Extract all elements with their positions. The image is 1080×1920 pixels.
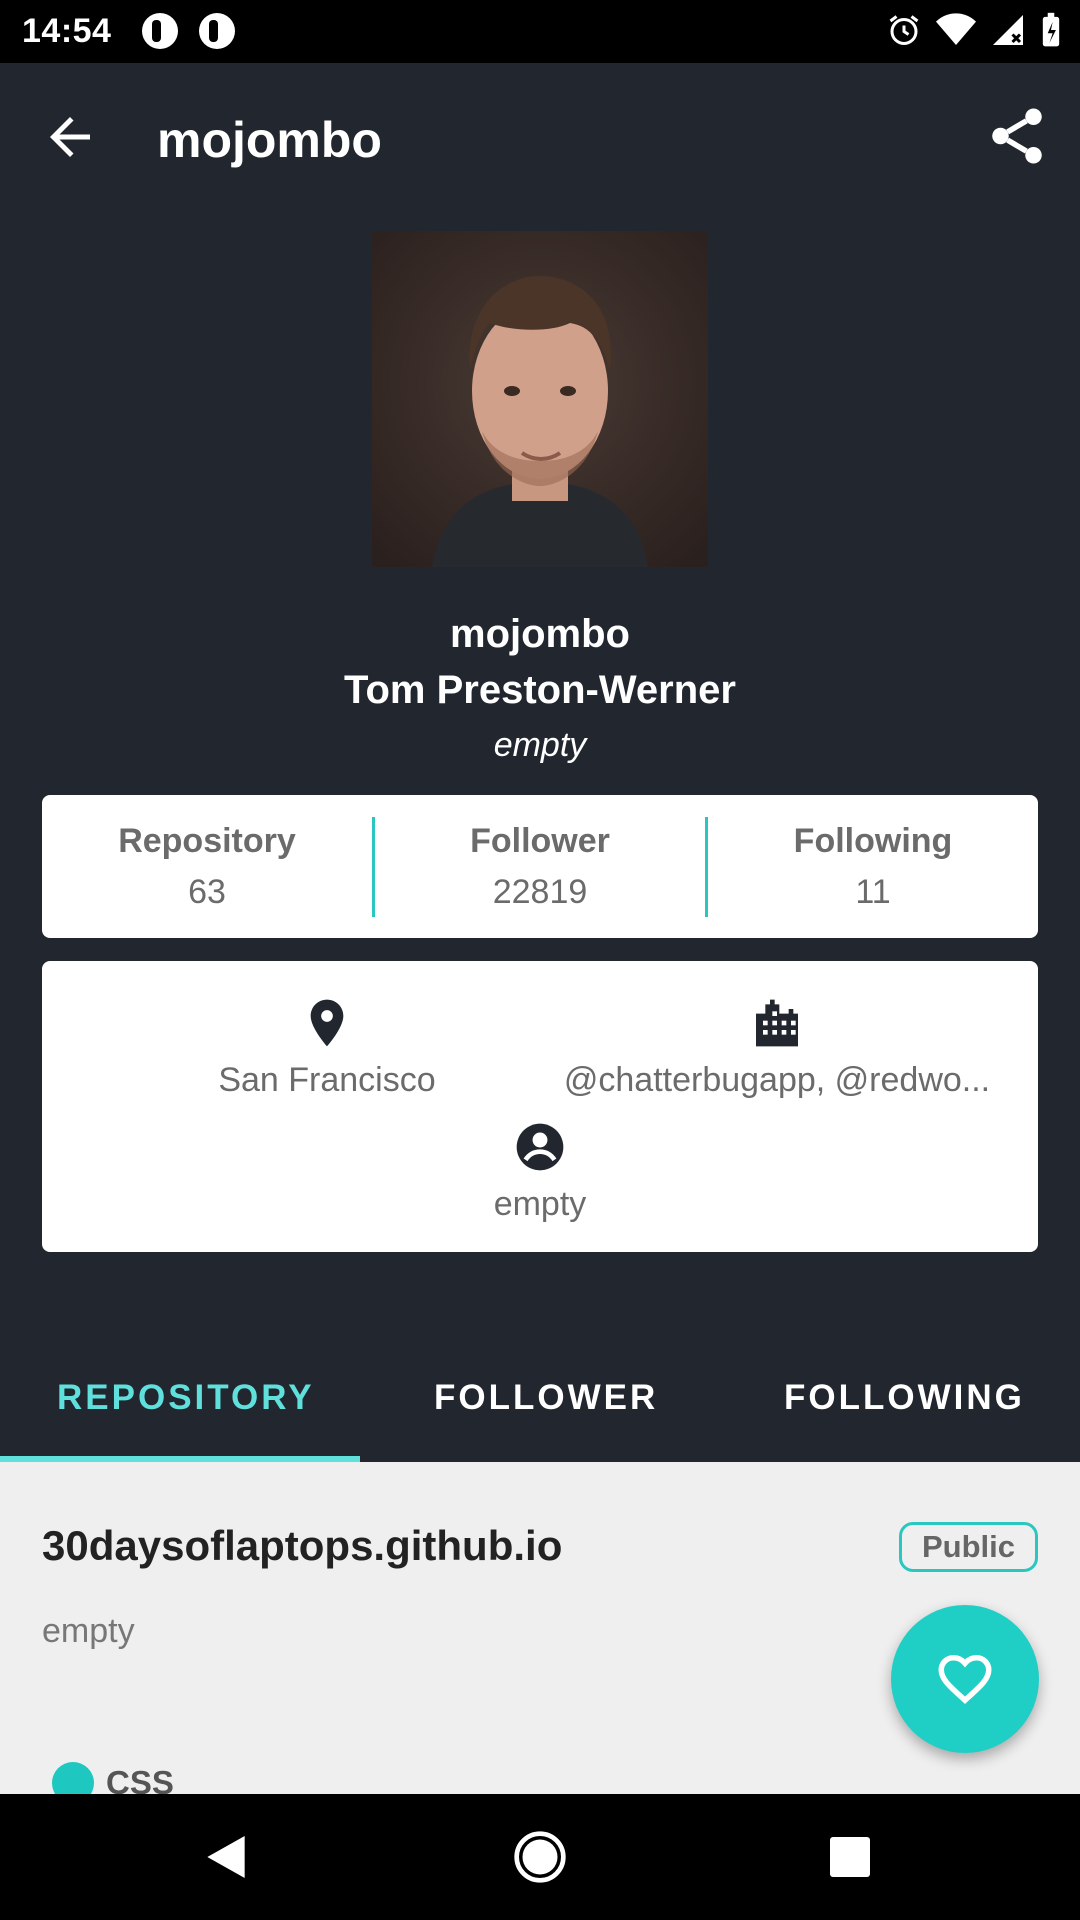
wifi-icon: [936, 13, 976, 45]
stat-follower[interactable]: Follower 22819: [375, 795, 705, 938]
stat-following[interactable]: Following 11: [708, 795, 1038, 938]
share-icon: [992, 108, 1042, 164]
triangle-back-icon: [207, 1836, 245, 1878]
heart-icon: [938, 1654, 992, 1704]
stat-value: 63: [188, 872, 226, 911]
cell-signal-icon: [993, 15, 1023, 45]
nav-back-button[interactable]: [193, 1824, 259, 1890]
circle-home-icon: [514, 1831, 566, 1883]
repo-language: CSS: [106, 1764, 174, 1794]
tab-follower[interactable]: FOLLOWER: [434, 1378, 658, 1418]
avatar-photo: [372, 231, 708, 567]
blog-text: empty: [493, 1185, 587, 1223]
notification-icon: [199, 13, 235, 49]
language-dot: [52, 1762, 94, 1794]
share-button[interactable]: [984, 103, 1050, 169]
repo-name: 30daysoflaptops.github.io: [42, 1522, 563, 1569]
profile-username: mojombo: [450, 612, 630, 656]
company-text: @chatterbugapp, @redwo...: [563, 1061, 991, 1099]
stat-value: 11: [855, 872, 891, 911]
info-card: San Francisco @chatterbugapp, @redwo... …: [42, 961, 1038, 1252]
profile-full-name: Tom Preston-Werner: [344, 668, 736, 712]
stat-repository[interactable]: Repository 63: [42, 795, 372, 938]
info-location: San Francisco: [122, 995, 532, 1100]
status-time: 14:54: [22, 12, 112, 50]
repo-description: empty: [42, 1612, 135, 1650]
account-circle-icon: [516, 1123, 564, 1171]
stat-label: Following: [793, 821, 953, 860]
alarm-icon: [889, 15, 919, 45]
square-recents-icon: [830, 1837, 870, 1877]
stat-label: Repository: [118, 821, 296, 860]
notification-icon: [142, 13, 178, 49]
status-bar: 14:54: [0, 0, 1080, 63]
profile-bio: empty: [493, 726, 587, 764]
nav-recents-button[interactable]: [817, 1824, 883, 1890]
arrow-back-icon: [50, 117, 90, 157]
tab-following[interactable]: FOLLOWING: [784, 1378, 1025, 1418]
status-icons: [886, 12, 1062, 48]
page-title: mojombo: [157, 112, 382, 168]
stat-value: 22819: [492, 872, 588, 911]
tab-bar: REPOSITORY FOLLOWER FOLLOWING: [0, 1340, 1080, 1462]
favorite-button[interactable]: [891, 1605, 1039, 1753]
tab-repository[interactable]: REPOSITORY: [57, 1378, 315, 1418]
building-icon: [756, 999, 798, 1047]
system-nav-bar: [0, 1794, 1080, 1920]
location-text: San Francisco: [218, 1061, 436, 1099]
info-blog: empty: [332, 1119, 748, 1224]
back-button[interactable]: [40, 107, 100, 167]
info-company: @chatterbugapp, @redwo...: [552, 995, 1002, 1100]
location-pin-icon: [310, 999, 344, 1047]
stats-card: Repository 63 Follower 22819 Following 1…: [42, 795, 1038, 938]
nav-home-button[interactable]: [507, 1824, 573, 1890]
app-bar: mojombo: [0, 63, 1080, 213]
avatar: [372, 231, 708, 567]
stat-label: Follower: [470, 821, 610, 860]
battery-icon: [1042, 12, 1060, 47]
visibility-badge: Public: [898, 1522, 1038, 1572]
